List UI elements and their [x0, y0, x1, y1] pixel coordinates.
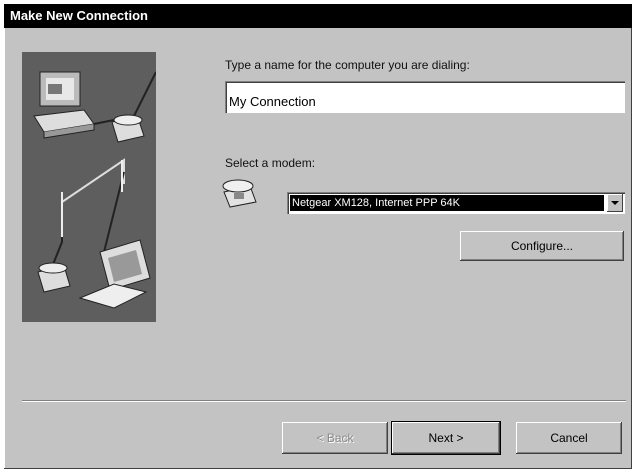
configure-button[interactable]: Configure... — [460, 231, 624, 261]
name-label: Type a name for the computer you are dia… — [225, 58, 470, 72]
connection-illustration — [22, 52, 156, 322]
modem-select[interactable]: Netgear XM128, Internet PPP 64K — [287, 192, 625, 214]
modem-select-value: Netgear XM128, Internet PPP 64K — [290, 195, 604, 211]
next-button[interactable]: Next > — [392, 422, 500, 454]
chevron-down-icon[interactable] — [607, 194, 623, 212]
title-bar: Make New Connection — [4, 4, 632, 28]
back-button[interactable]: < Back — [282, 422, 388, 454]
connection-name-input[interactable] — [225, 81, 625, 113]
window-title: Make New Connection — [10, 8, 148, 23]
cancel-button[interactable]: Cancel — [516, 422, 622, 454]
network-illustration-icon — [33, 71, 156, 309]
telephone-icon — [220, 174, 260, 213]
separator — [22, 400, 626, 402]
dialog-window: Make New Connection Type a name for the … — [4, 4, 632, 469]
modem-label: Select a modem: — [225, 156, 316, 170]
